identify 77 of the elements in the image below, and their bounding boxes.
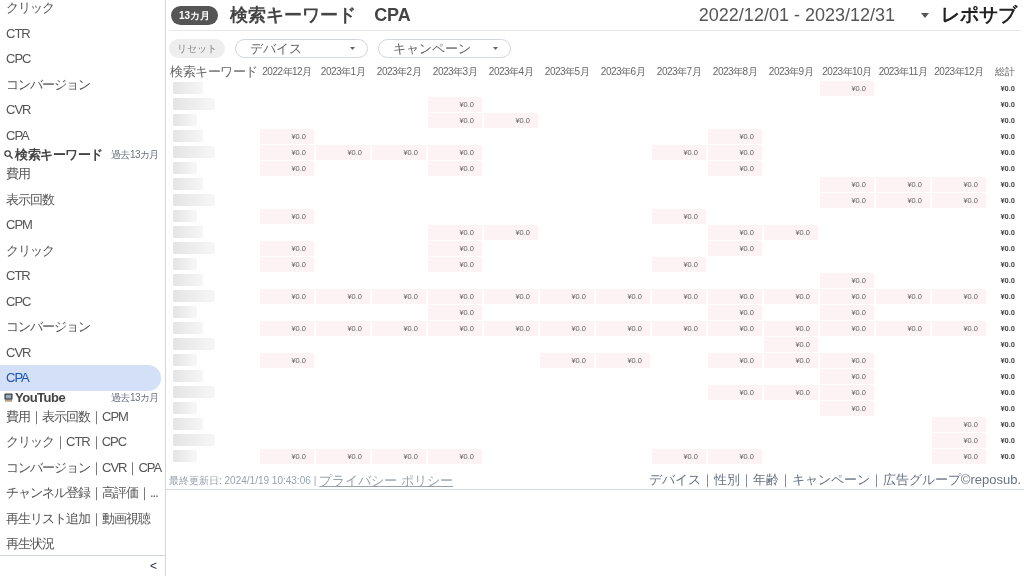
redacted-keyword <box>173 162 197 174</box>
sidebar-item[interactable]: チャンネル登録｜高評価｜... <box>0 480 161 506</box>
sidebar-item[interactable]: CPM <box>0 212 161 238</box>
section-heading: YouTube <box>15 390 66 404</box>
column-header: 2023年9月 <box>767 64 815 79</box>
sidebar-item[interactable]: CTR <box>0 263 161 289</box>
redacted-keyword <box>173 290 215 302</box>
redacted-keyword <box>173 210 197 222</box>
redacted-keyword <box>173 226 203 238</box>
page-title: 検索キーワード CPA <box>230 3 411 27</box>
sidebar-item[interactable]: コンバージョン｜CVR｜CPA <box>0 454 161 480</box>
sidebar-item[interactable]: CPA <box>0 122 161 148</box>
column-header: 2023年4月 <box>487 64 535 79</box>
column-header: 2023年8月 <box>711 64 759 79</box>
redacted-keyword <box>173 82 203 94</box>
redacted-keyword <box>173 194 215 206</box>
section-heading: 検索キーワード <box>15 148 103 161</box>
redacted-keyword <box>173 354 197 366</box>
sidebar-item[interactable]: CPC <box>0 46 161 72</box>
redacted-keyword <box>173 434 215 446</box>
sidebar-item[interactable]: コンバージョン <box>0 314 161 340</box>
redacted-keyword <box>173 322 203 334</box>
logo: レポサブ <box>941 2 1017 27</box>
period-label: 過去13カ月 <box>110 148 159 161</box>
sidebar-item[interactable]: CVR <box>0 339 161 365</box>
caret-icon <box>493 47 498 50</box>
redacted-keyword <box>173 418 203 430</box>
sidebar-item[interactable]: CPA <box>0 365 161 391</box>
collapse-button[interactable]: < <box>150 560 157 572</box>
redacted-keyword <box>173 450 197 462</box>
redacted-keyword <box>173 242 215 254</box>
sidebar-item[interactable]: 再生状況 <box>0 531 161 555</box>
column-header: 2023年3月 <box>431 64 479 79</box>
sidebar-item[interactable]: クリック｜CTR｜CPC <box>0 429 161 455</box>
redacted-keyword <box>173 130 203 142</box>
column-header: 総計 <box>994 64 1016 79</box>
sidebar-item[interactable]: コンバージョン <box>0 71 161 97</box>
redacted-keyword <box>173 274 203 286</box>
tv-icon <box>4 392 13 402</box>
sidebar-item[interactable]: CPC <box>0 288 161 314</box>
sidebar-item[interactable]: 表示回数 <box>0 186 161 212</box>
date-range-picker[interactable]: 2022/12/01 - 2023/12/31 <box>698 1 929 29</box>
last-updated-text: 最終更新日: 2024/1/19 10:43:06 <box>169 475 311 487</box>
sidebar-item[interactable]: CVR <box>0 97 161 123</box>
column-header: 2023年7月 <box>655 64 703 79</box>
column-header: 2023年6月 <box>599 64 647 79</box>
redacted-keyword <box>173 98 215 110</box>
redacted-keyword <box>173 178 203 190</box>
redacted-keyword <box>173 114 197 126</box>
caret-icon <box>921 12 929 18</box>
separator-text: | <box>313 475 317 487</box>
search-icon <box>4 150 13 159</box>
column-header: 検索キーワード <box>169 62 259 80</box>
redacted-keyword <box>173 258 197 270</box>
redacted-keyword <box>173 370 203 382</box>
column-header: 2023年12月 <box>933 64 985 79</box>
redacted-keyword <box>173 402 197 414</box>
sidebar-item[interactable]: CTR <box>0 20 161 46</box>
redacted-keyword <box>173 306 197 318</box>
caret-icon <box>350 47 355 50</box>
column-header: 2023年5月 <box>543 64 591 79</box>
redacted-keyword <box>173 386 215 398</box>
sidebar-item[interactable]: クリック <box>0 237 161 263</box>
column-header: 2023年11月 <box>877 64 929 79</box>
period-label: 過去13カ月 <box>110 390 159 404</box>
sidebar-item[interactable]: クリック <box>0 0 161 21</box>
column-header: 2023年1月 <box>319 64 367 79</box>
redacted-keyword <box>173 338 215 350</box>
column-header: 2023年10月 <box>821 64 873 79</box>
sidebar-item[interactable]: 費用｜表示回数｜CPM <box>0 403 161 429</box>
period-badge: 13カ月 <box>171 5 219 25</box>
sidebar-item[interactable]: 再生リスト追加｜動画視聴 <box>0 505 161 531</box>
column-header: 2023年2月 <box>375 64 423 79</box>
report-nav-text: デバイス｜性別｜年齢｜キャンペーン｜広告グループ©reposub. <box>648 473 1021 487</box>
redacted-keyword <box>173 146 215 158</box>
sidebar-item[interactable]: 費用 <box>0 161 161 187</box>
column-header: 2022年12月 <box>261 64 313 79</box>
